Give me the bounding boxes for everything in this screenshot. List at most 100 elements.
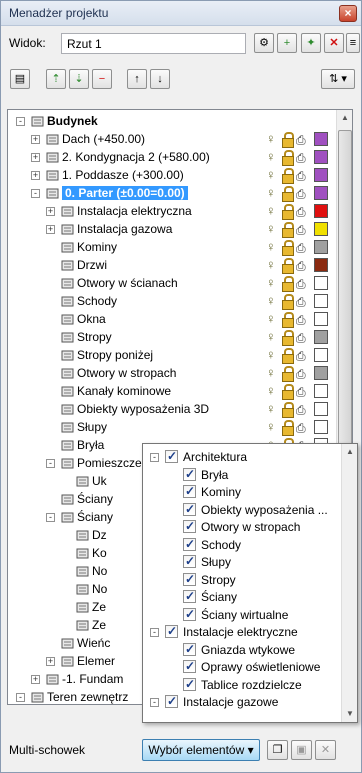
color-swatch[interactable]: [314, 294, 328, 308]
tree-item[interactable]: +1. Poddasze (+300.00) ♀ ⎙: [8, 166, 338, 185]
print-icon[interactable]: ⎙: [296, 205, 306, 220]
checkbox[interactable]: [183, 659, 196, 673]
expand-icon[interactable]: +: [46, 225, 55, 234]
copy-icon[interactable]: ❐: [267, 740, 288, 760]
checkbox[interactable]: [183, 642, 196, 656]
tree-item[interactable]: Stropy poniżej ♀ ⎙: [8, 346, 338, 365]
lock-icon[interactable]: [282, 150, 294, 166]
new-view-icon[interactable]: +: [277, 33, 297, 53]
lock-icon[interactable]: [282, 222, 294, 238]
copy-view-icon[interactable]: ✦: [301, 33, 321, 53]
scroll-up-icon[interactable]: ▲: [337, 110, 352, 126]
print-icon[interactable]: ⎙: [296, 403, 306, 418]
tree-item[interactable]: - Budynek: [8, 112, 338, 131]
checkbox[interactable]: [183, 484, 196, 498]
element-selection-button[interactable]: Wybór elementów ▾: [142, 739, 260, 761]
print-icon[interactable]: ⎙: [296, 259, 306, 274]
print-icon[interactable]: ⎙: [296, 133, 306, 148]
tree-item[interactable]: Okna ♀ ⎙: [8, 310, 338, 329]
visibility-icon[interactable]: ♀: [266, 239, 276, 254]
collapse-icon[interactable]: -: [46, 459, 55, 468]
print-icon[interactable]: ⎙: [296, 349, 306, 364]
sort-dropdown-icon[interactable]: ⇅ ▾: [321, 69, 355, 89]
tree-item[interactable]: Obiekty wyposażenia 3D ♀ ⎙: [8, 400, 338, 419]
view-settings-icon[interactable]: ⚙: [254, 33, 274, 53]
color-swatch[interactable]: [314, 222, 328, 236]
expand-icon[interactable]: +: [46, 657, 55, 666]
lock-icon[interactable]: [282, 402, 294, 418]
visibility-icon[interactable]: ♀: [266, 347, 276, 362]
checkbox[interactable]: [165, 694, 178, 708]
popup-item[interactable]: Stropy: [143, 571, 339, 589]
lock-icon[interactable]: [282, 330, 294, 346]
expand-icon[interactable]: +: [31, 135, 40, 144]
checkbox[interactable]: [183, 502, 196, 516]
visibility-icon[interactable]: ♀: [266, 383, 276, 398]
expand-icon[interactable]: +: [31, 675, 40, 684]
lock-icon[interactable]: [282, 312, 294, 328]
visibility-icon[interactable]: ♀: [266, 257, 276, 272]
tree-item[interactable]: Kanały kominowe ♀ ⎙: [8, 382, 338, 401]
tree-item[interactable]: + Instalacja gazowa ♀ ⎙: [8, 220, 338, 239]
popup-item[interactable]: Obiekty wyposażenia ...: [143, 501, 339, 519]
visibility-icon[interactable]: ♀: [266, 203, 276, 218]
popup-item[interactable]: - Instalacje gazowe: [143, 693, 339, 711]
tree-item[interactable]: +2. Kondygnacja 2 (+580.00) ♀ ⎙: [8, 148, 338, 167]
delete-view-icon[interactable]: ✕: [324, 33, 344, 53]
color-swatch[interactable]: [314, 330, 328, 344]
popup-item[interactable]: Słupy: [143, 553, 339, 571]
collapse-icon[interactable]: -: [16, 117, 25, 126]
checkbox[interactable]: [183, 677, 196, 691]
collapse-icon[interactable]: -: [150, 628, 159, 637]
clear-icon[interactable]: ✕: [315, 740, 336, 760]
popup-item[interactable]: Otwory w stropach: [143, 518, 339, 536]
color-swatch[interactable]: [314, 276, 328, 290]
visibility-icon[interactable]: ♀: [266, 419, 276, 434]
color-swatch[interactable]: [314, 258, 328, 272]
visibility-icon[interactable]: ♀: [266, 185, 276, 200]
color-swatch[interactable]: [314, 186, 328, 200]
popup-item[interactable]: - Architektura: [143, 448, 339, 466]
tree-item[interactable]: Słupy ♀ ⎙: [8, 418, 338, 437]
checkbox[interactable]: [183, 519, 196, 533]
visibility-icon[interactable]: ♀: [266, 365, 276, 380]
print-icon[interactable]: ⎙: [296, 367, 306, 382]
checkbox[interactable]: [165, 624, 178, 638]
visibility-icon[interactable]: ♀: [266, 149, 276, 164]
visibility-icon[interactable]: ♀: [266, 131, 276, 146]
collapse-icon[interactable]: -: [150, 453, 159, 462]
color-swatch[interactable]: [314, 384, 328, 398]
collapse-icon[interactable]: -: [31, 189, 40, 198]
remove-level-icon[interactable]: −: [92, 69, 112, 89]
color-swatch[interactable]: [314, 132, 328, 146]
print-icon[interactable]: ⎙: [296, 277, 306, 292]
paste-icon[interactable]: ▣: [291, 740, 312, 760]
lock-icon[interactable]: [282, 348, 294, 364]
popup-item[interactable]: Kominy: [143, 483, 339, 501]
popup-scrollbar[interactable]: ▲ ▼: [341, 444, 357, 722]
lock-icon[interactable]: [282, 276, 294, 292]
lock-icon[interactable]: [282, 132, 294, 148]
popup-item[interactable]: - Instalacje elektryczne: [143, 623, 339, 641]
checkbox[interactable]: [165, 449, 178, 463]
lock-icon[interactable]: [282, 240, 294, 256]
expand-icon[interactable]: +: [46, 207, 55, 216]
popup-item[interactable]: Ściany: [143, 588, 339, 606]
lock-icon[interactable]: [282, 294, 294, 310]
tree-item[interactable]: Drzwi ♀ ⎙: [8, 256, 338, 275]
lock-icon[interactable]: [282, 204, 294, 220]
print-icon[interactable]: ⎙: [296, 385, 306, 400]
expand-icon[interactable]: +: [31, 153, 40, 162]
move-up-icon[interactable]: ↑: [127, 69, 147, 89]
tree-item[interactable]: + Instalacja elektryczna ♀ ⎙: [8, 202, 338, 221]
print-icon[interactable]: ⎙: [296, 169, 306, 184]
lock-icon[interactable]: [282, 168, 294, 184]
lock-icon[interactable]: [282, 258, 294, 274]
collapse-icon[interactable]: -: [16, 693, 25, 702]
add-level-above-icon[interactable]: ⇡: [46, 69, 66, 89]
move-down-icon[interactable]: ↓: [150, 69, 170, 89]
popup-item[interactable]: Ściany wirtualne: [143, 606, 339, 624]
lock-icon[interactable]: [282, 366, 294, 382]
view-properties-icon[interactable]: ≡: [346, 33, 360, 53]
checkbox[interactable]: [183, 607, 196, 621]
